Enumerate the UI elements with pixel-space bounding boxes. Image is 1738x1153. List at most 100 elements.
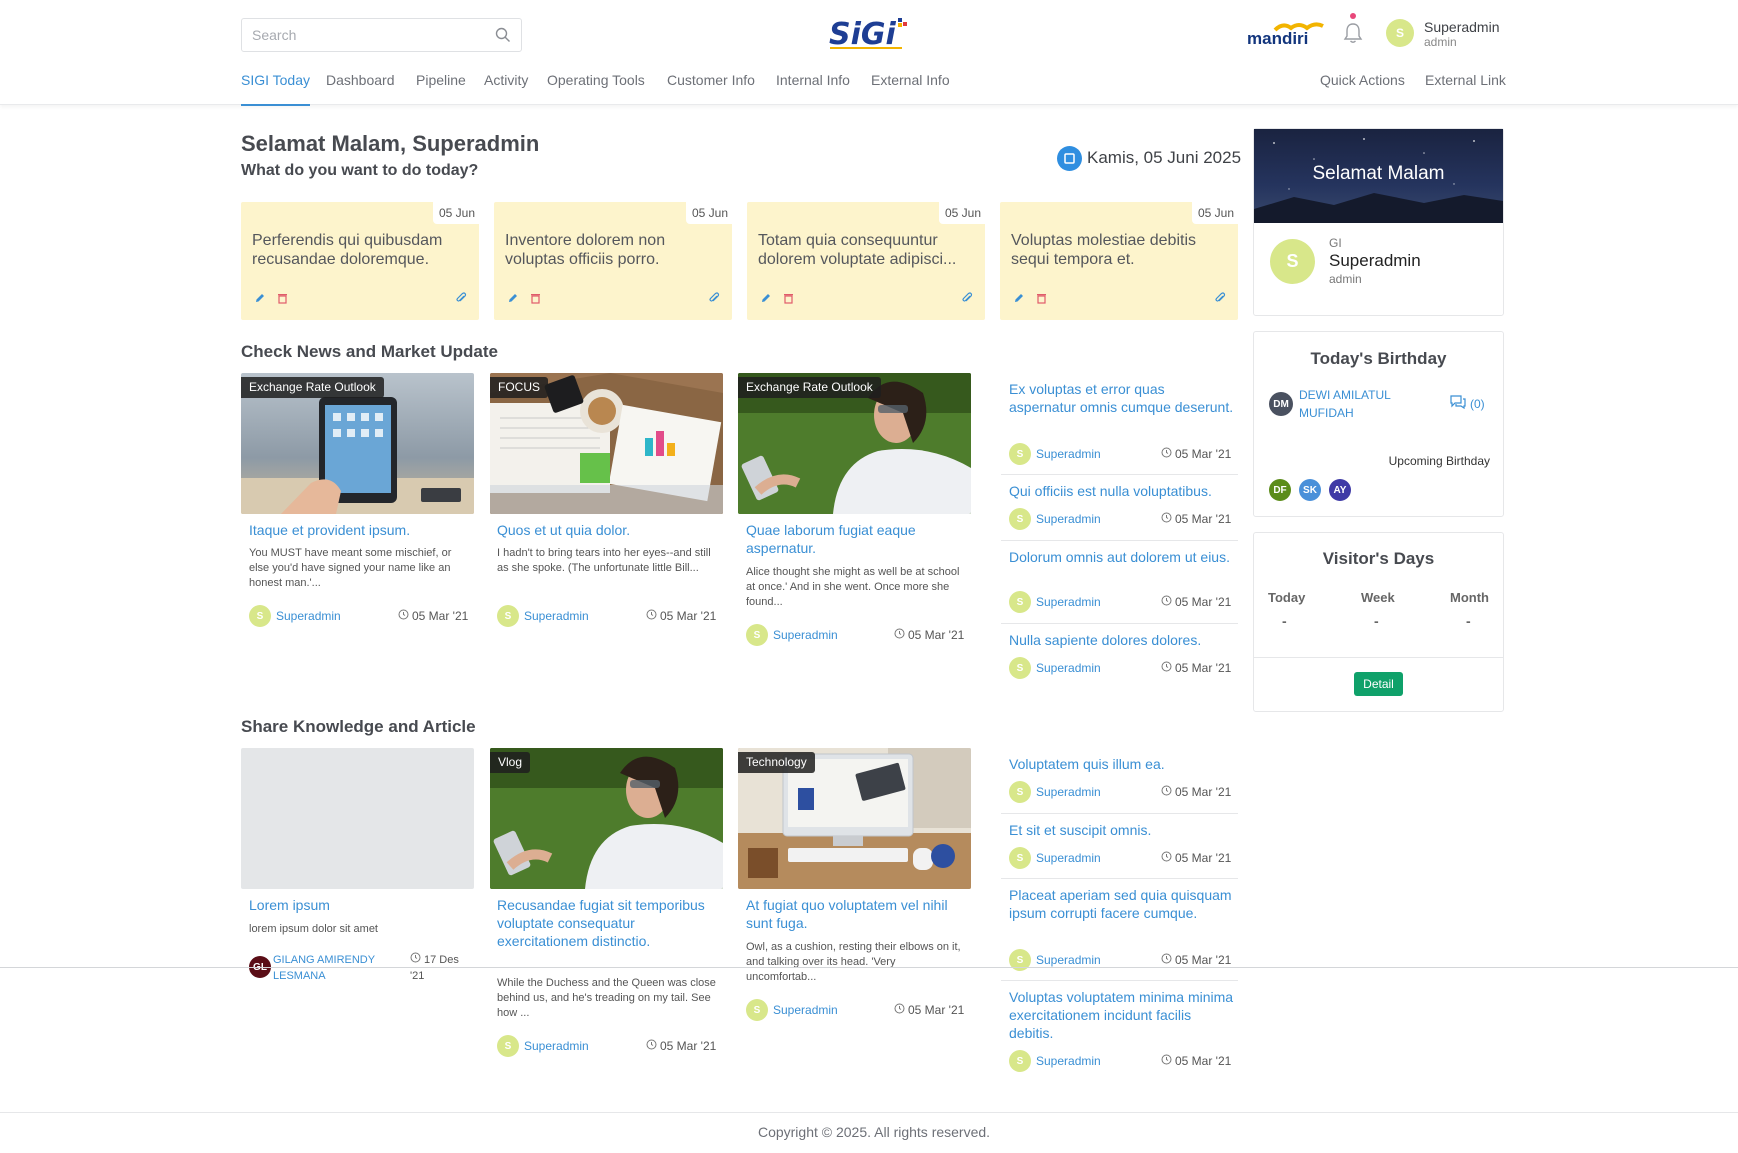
attachment-icon[interactable] — [1214, 291, 1226, 309]
note-card[interactable]: 05 Jun Voluptas molestiae debitis sequi … — [1000, 202, 1238, 320]
visitor-value-today: - — [1282, 613, 1287, 629]
upcoming-birthday-avatar[interactable]: SK — [1299, 479, 1321, 501]
attachment-icon[interactable] — [708, 291, 720, 309]
notification-dot — [1350, 13, 1356, 19]
active-tab-indicator — [241, 104, 310, 106]
visitor-label-today: Today — [1268, 590, 1306, 605]
list-article-title[interactable]: Voluptas voluptatem minima minima exerci… — [1009, 988, 1234, 1042]
delete-icon[interactable] — [783, 291, 794, 309]
note-text: Inventore dolorem non voluptas officiis … — [505, 232, 666, 268]
article-image[interactable]: Vlog — [490, 748, 723, 889]
list-divider — [1001, 813, 1238, 814]
article-author[interactable]: S Superadmin — [1009, 591, 1101, 613]
article-author[interactable]: S Superadmin — [1009, 657, 1101, 679]
nav-sigi-today[interactable]: SIGI Today — [241, 72, 310, 88]
nav-dashboard[interactable]: Dashboard — [326, 72, 395, 88]
nav-pipeline[interactable]: Pipeline — [416, 72, 466, 88]
nav-external-info[interactable]: External Info — [871, 72, 950, 88]
news-image[interactable]: FOCUS — [490, 373, 723, 514]
article-author[interactable]: S Superadmin — [249, 605, 341, 627]
article-date: 05 Mar '21 — [1161, 447, 1231, 461]
author-avatar: S — [249, 605, 271, 627]
author-avatar: S — [1009, 1050, 1031, 1072]
clock-icon — [646, 609, 657, 623]
search-input[interactable] — [252, 19, 482, 51]
profile-banner: Selamat Malam — [1254, 129, 1503, 223]
clock-icon — [1161, 953, 1172, 967]
list-article-title[interactable]: Qui officiis est nulla voluptatibus. — [1009, 482, 1234, 500]
article-title[interactable]: Recusandae fugiat sit temporibus volupta… — [497, 896, 717, 950]
article-author[interactable]: S Superadmin — [1009, 443, 1101, 465]
author-avatar: S — [497, 605, 519, 627]
article-title[interactable]: Itaque et provident ipsum. — [249, 521, 469, 539]
article-date: 17 Des '21 — [410, 952, 459, 982]
search-icon[interactable] — [495, 27, 511, 48]
article-author[interactable]: GILANG AMIRENDY LESMANA — [273, 952, 375, 984]
edit-icon[interactable] — [1013, 291, 1025, 309]
article-author[interactable]: S Superadmin — [1009, 1050, 1101, 1072]
list-article-title[interactable]: Voluptatem quis illum ea. — [1009, 755, 1234, 773]
article-title[interactable]: Quos et ut quia dolor. — [497, 521, 717, 539]
category-tag: Exchange Rate Outlook — [241, 377, 384, 398]
article-image[interactable]: Technology — [738, 748, 971, 889]
article-author[interactable]: S Superadmin — [1009, 781, 1101, 803]
upcoming-birthday-avatar[interactable]: AY — [1329, 479, 1351, 501]
list-article-title[interactable]: Placeat aperiam sed quia quisquam ipsum … — [1009, 886, 1234, 922]
news-image[interactable]: Exchange Rate Outlook — [241, 373, 474, 514]
list-article-title[interactable]: Et sit et suscipit omnis. — [1009, 821, 1234, 839]
article-title[interactable]: Lorem ipsum — [249, 896, 469, 914]
article-title[interactable]: Quae laborum fugiat eaque aspernatur. — [746, 521, 966, 557]
delete-icon[interactable] — [277, 291, 288, 309]
article-author[interactable]: S Superadmin — [746, 999, 838, 1021]
article-date: 05 Mar '21 — [1161, 661, 1231, 675]
list-article-title[interactable]: Nulla sapiente dolores dolores. — [1009, 631, 1234, 649]
article-author[interactable]: S Superadmin — [746, 624, 838, 646]
author-avatar: S — [746, 624, 768, 646]
article-author[interactable]: S Superadmin — [1009, 847, 1101, 869]
nav-quick-actions[interactable]: Quick Actions — [1320, 72, 1405, 88]
search-box[interactable] — [241, 18, 522, 52]
note-card[interactable]: 05 Jun Perferendis qui quibusdam recusan… — [241, 202, 479, 320]
article-image-placeholder[interactable] — [241, 748, 474, 889]
birthday-comments[interactable]: (0) — [1450, 395, 1485, 412]
birthday-avatar: DM — [1269, 392, 1293, 416]
edit-icon[interactable] — [507, 291, 519, 309]
attachment-icon[interactable] — [455, 291, 467, 309]
nav-external-link[interactable]: External Link — [1425, 72, 1506, 88]
article-date: 05 Mar '21 — [894, 1003, 964, 1017]
note-date: 05 Jun — [1191, 202, 1238, 224]
edit-icon[interactable] — [254, 291, 266, 309]
article-author[interactable]: S Superadmin — [1009, 508, 1101, 530]
article-date: 05 Mar '21 — [1161, 1054, 1231, 1068]
nav-operating-tools[interactable]: Operating Tools — [547, 72, 645, 88]
delete-icon[interactable] — [530, 291, 541, 309]
author-avatar: S — [1009, 657, 1031, 679]
author-avatar: S — [1009, 508, 1031, 530]
sigi-logo[interactable]: SiGi — [828, 14, 910, 52]
article-author[interactable]: S Superadmin — [497, 605, 589, 627]
delete-icon[interactable] — [1036, 291, 1047, 309]
detail-button[interactable]: Detail — [1354, 672, 1403, 696]
article-author[interactable]: S Superadmin — [497, 1035, 589, 1057]
article-title[interactable]: At fugiat quo voluptatem vel nihil sunt … — [746, 896, 966, 932]
user-avatar[interactable]: S — [1386, 19, 1414, 47]
nav-customer-info[interactable]: Customer Info — [667, 72, 755, 88]
bell-icon[interactable] — [1343, 22, 1363, 49]
note-card[interactable]: 05 Jun Inventore dolorem non voluptas of… — [494, 202, 732, 320]
list-article-title[interactable]: Dolorum omnis aut dolorem ut eius. — [1009, 548, 1234, 566]
chat-icon — [1450, 395, 1466, 412]
birthday-person[interactable]: DEWI AMILATUL MUFIDAH — [1299, 386, 1391, 422]
nav-internal-info[interactable]: Internal Info — [776, 72, 850, 88]
author-avatar: S — [746, 999, 768, 1021]
category-tag: Vlog — [490, 752, 531, 773]
attachment-icon[interactable] — [961, 291, 973, 309]
nav-activity[interactable]: Activity — [484, 72, 528, 88]
edit-icon[interactable] — [760, 291, 772, 309]
upcoming-birthday-avatar[interactable]: DF — [1269, 479, 1291, 501]
user-name[interactable]: Superadmin — [1424, 19, 1500, 35]
note-card[interactable]: 05 Jun Totam quia consequuntur dolorem v… — [747, 202, 985, 320]
list-divider — [1001, 540, 1238, 541]
article-date: 05 Mar '21 — [646, 609, 716, 623]
list-article-title[interactable]: Ex voluptas et error quas aspernatur omn… — [1009, 380, 1234, 416]
news-image[interactable]: Exchange Rate Outlook — [738, 373, 971, 514]
